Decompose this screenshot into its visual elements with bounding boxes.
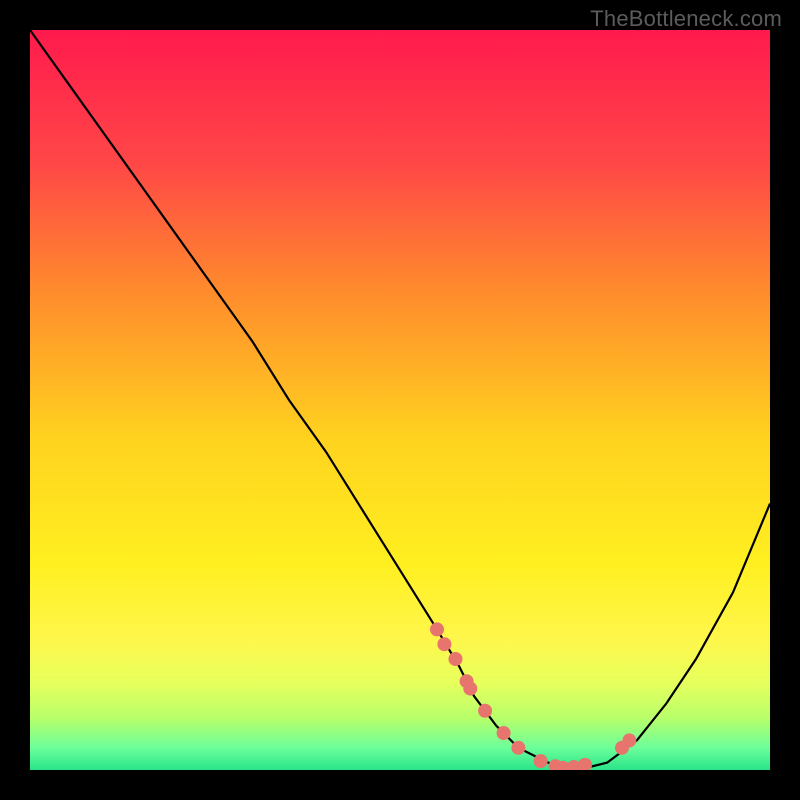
sample-markers <box>30 30 770 770</box>
sample-marker <box>478 704 492 718</box>
sample-marker <box>449 652 463 666</box>
sample-marker <box>511 741 525 755</box>
sample-marker <box>622 733 636 747</box>
watermark-text: TheBottleneck.com <box>590 6 782 32</box>
sample-marker <box>578 758 592 770</box>
chart-plot-area <box>30 30 770 770</box>
sample-marker <box>430 622 444 636</box>
sample-marker <box>463 682 477 696</box>
sample-marker <box>534 754 548 768</box>
sample-marker <box>497 726 511 740</box>
sample-marker <box>437 637 451 651</box>
